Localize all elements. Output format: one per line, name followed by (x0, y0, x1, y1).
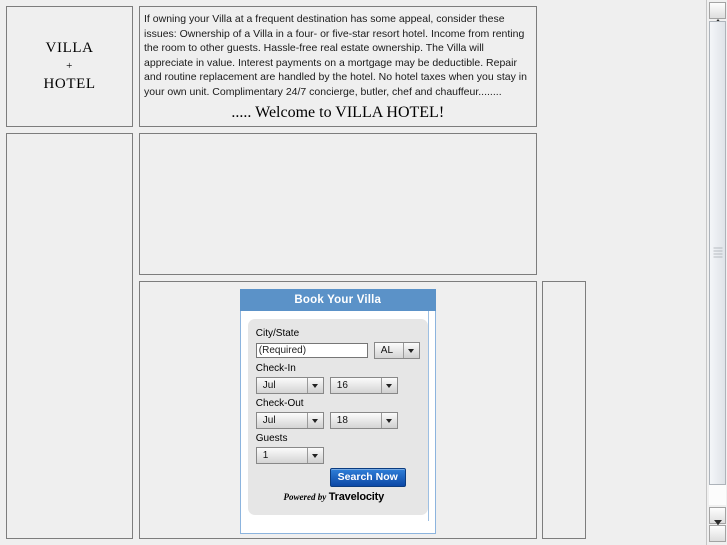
powered-by-prefix: Powered by (283, 492, 327, 502)
search-button-row: Search Now (256, 468, 420, 487)
booking-widget-body: City/State AL Check-In (239, 311, 436, 534)
content-row-right-empty (542, 133, 586, 275)
booking-right-panel (542, 281, 586, 539)
checkin-label: Check-In (255, 363, 296, 374)
travelocity-wordmark: Travelocity (328, 491, 385, 503)
intro-welcome-line: ..... Welcome to VILLA HOTEL! (231, 103, 445, 121)
scroll-down-button[interactable] (709, 525, 726, 542)
triangle-down-icon (714, 525, 722, 543)
guests-select-value: 1 (262, 450, 269, 461)
brand-cell: VILLA + HOTEL (6, 6, 134, 127)
chevron-down-icon (380, 378, 397, 393)
layout-row-header: VILLA + HOTEL If owning your Villa at a … (6, 6, 586, 127)
chevron-down-icon (306, 413, 323, 428)
page-layout-table: VILLA + HOTEL If owning your Villa at a … (6, 6, 586, 539)
scrollbar-thumb[interactable] (709, 21, 726, 485)
city-state-row: AL (255, 342, 420, 359)
city-state-label: City/State (255, 328, 300, 339)
layout-row-content (6, 133, 586, 539)
brand-logo-text: VILLA + HOTEL (7, 37, 132, 96)
powered-by-travelocity: Powered by Travelocity (256, 491, 420, 503)
intro-paragraph: If owning your Villa at a frequent desti… (144, 13, 527, 98)
checkout-label: Check-Out (255, 398, 304, 409)
checkout-row: Jul 18 (255, 412, 420, 429)
guests-label: Guests (255, 433, 288, 444)
checkout-month-value: Jul (262, 415, 276, 426)
search-now-button[interactable]: Search Now (329, 468, 406, 487)
guests-select[interactable]: 1 (255, 447, 324, 464)
triangle-up-icon (714, 2, 722, 20)
state-select-value: AL (380, 345, 394, 356)
brand-plus-sign: + (66, 60, 73, 73)
booking-widget-title: Book Your Villa (239, 289, 436, 311)
document-viewport: VILLA + HOTEL If owning your Villa at a … (0, 0, 706, 545)
checkin-row: Jul 16 (255, 377, 420, 394)
checkout-month-select[interactable]: Jul (255, 412, 324, 429)
booking-widget-cell: Book Your Villa City/State AL (139, 281, 537, 539)
chevron-down-icon (306, 378, 323, 393)
booking-widget: Book Your Villa City/State AL (239, 289, 436, 534)
page-root: VILLA + HOTEL If owning your Villa at a … (0, 0, 727, 545)
brand-line-villa: VILLA (45, 40, 94, 57)
vertical-scrollbar[interactable] (706, 0, 727, 545)
scroll-up-button[interactable] (709, 2, 726, 19)
checkin-month-select[interactable]: Jul (255, 377, 324, 394)
checkout-day-value: 18 (336, 415, 348, 426)
chevron-down-icon (306, 448, 323, 463)
checkin-month-value: Jul (262, 380, 276, 391)
grip-icon (713, 247, 722, 259)
brand-line-hotel: HOTEL (43, 75, 96, 92)
booking-form: City/State AL Check-In (247, 319, 428, 515)
guests-row: 1 (255, 447, 420, 464)
checkin-day-select[interactable]: 16 (329, 377, 398, 394)
widget-inner-frame-edge (427, 311, 429, 521)
chevron-down-icon (380, 413, 397, 428)
state-select[interactable]: AL (373, 342, 420, 359)
city-state-input[interactable] (255, 343, 368, 358)
main-content-panel (139, 133, 537, 275)
chevron-down-icon (402, 343, 419, 358)
sidebar-panel (6, 133, 134, 539)
intro-cell: If owning your Villa at a frequent desti… (139, 6, 537, 127)
checkin-day-value: 16 (336, 380, 348, 391)
header-row-right-empty (542, 6, 586, 127)
checkout-day-select[interactable]: 18 (329, 412, 398, 429)
